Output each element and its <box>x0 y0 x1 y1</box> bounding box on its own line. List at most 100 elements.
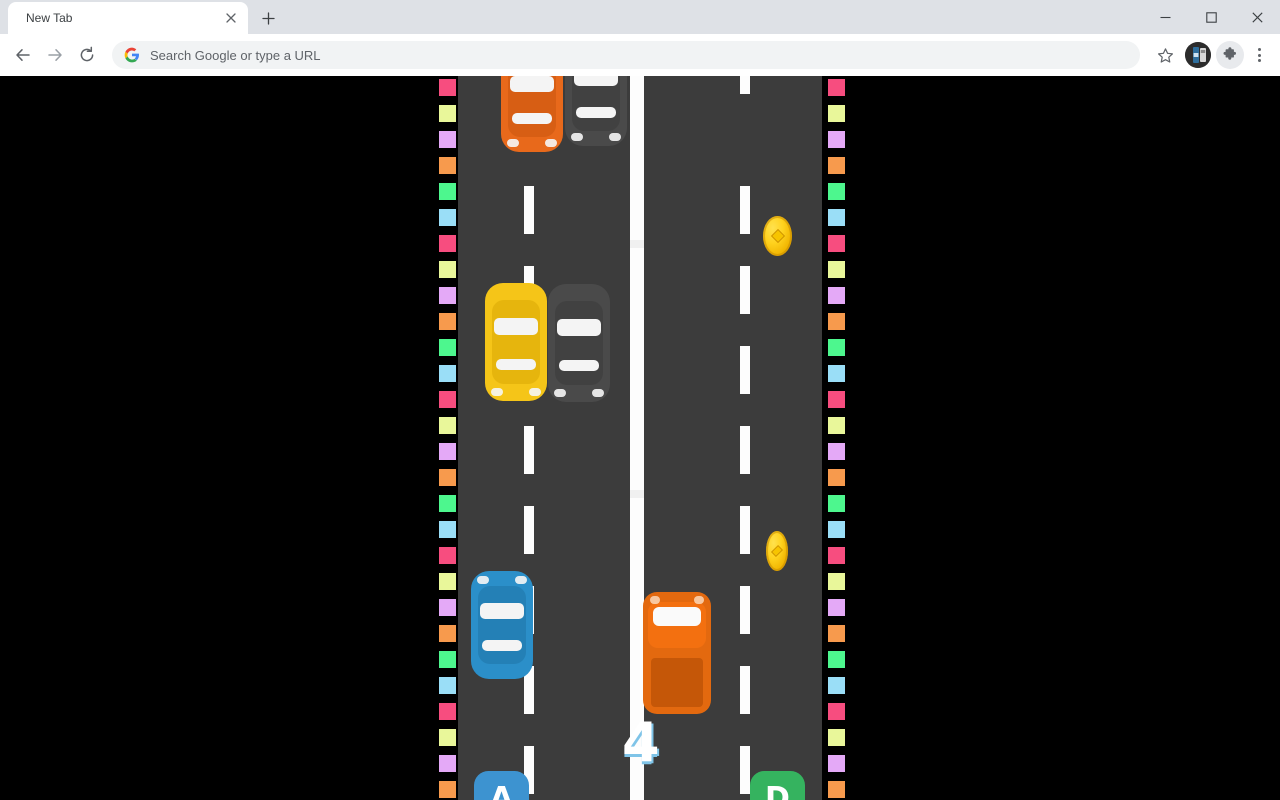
maximize-icon[interactable] <box>1188 0 1234 34</box>
left-strip-square <box>439 365 456 382</box>
right-strip-square <box>828 235 845 252</box>
coin-pickup <box>763 216 792 256</box>
car-hood-stripe <box>559 359 599 372</box>
headlight-icon <box>507 139 519 147</box>
right-strip-square <box>828 469 845 486</box>
car-hood-stripe <box>496 358 536 371</box>
left-strip-square <box>439 729 456 746</box>
right-strip-square <box>828 313 845 330</box>
left-strip-square <box>439 313 456 330</box>
star-icon[interactable] <box>1150 40 1180 70</box>
headlight-icon <box>545 139 557 147</box>
right-strip-square <box>828 79 845 96</box>
right-strip-square <box>828 391 845 408</box>
left-strip-square <box>439 417 456 434</box>
lane-dash <box>740 666 750 714</box>
browser-tab-new-tab[interactable]: New Tab <box>8 2 248 34</box>
car-hood-stripe <box>512 113 552 124</box>
new-tab-button[interactable] <box>254 4 282 32</box>
headlight-icon <box>491 388 503 396</box>
lane-dash <box>524 186 534 234</box>
left-strip-square <box>439 755 456 772</box>
tab-title: New Tab <box>26 11 73 25</box>
right-strip-square <box>828 651 845 668</box>
center-divider-seam <box>630 240 644 248</box>
minimize-icon[interactable] <box>1142 0 1188 34</box>
lane-dash <box>740 76 750 94</box>
lane-dash <box>740 506 750 554</box>
left-strip-square <box>439 157 456 174</box>
coin-pickup <box>766 531 788 571</box>
left-strip-square <box>439 443 456 460</box>
car-cabin <box>491 299 541 385</box>
left-strip-square <box>439 287 456 304</box>
left-strip-square <box>439 391 456 408</box>
right-strip-square <box>828 287 845 304</box>
car-roof-stripe <box>493 318 539 335</box>
car-hood-stripe <box>482 640 522 651</box>
right-strip-square <box>828 417 845 434</box>
left-strip-square <box>439 599 456 616</box>
truck-deck <box>651 657 703 707</box>
right-strip-square <box>828 573 845 590</box>
browser-window: New Tab Search Google or type a URL A D … <box>0 0 1280 800</box>
left-strip-square <box>439 703 456 720</box>
car-roof-stripe <box>479 603 525 619</box>
right-color-strip <box>826 76 847 800</box>
traffic-car-blue <box>471 571 533 679</box>
forward-arrow-icon[interactable] <box>40 40 70 70</box>
game-canvas[interactable]: A D 4 <box>0 76 1280 800</box>
window-close-icon[interactable] <box>1234 0 1280 34</box>
reload-icon[interactable] <box>72 40 102 70</box>
traffic-car-darkgray <box>548 284 610 402</box>
right-strip-square <box>828 625 845 642</box>
key-badge-a[interactable]: A <box>474 771 529 800</box>
lane-dash <box>740 186 750 234</box>
right-strip-square <box>828 547 845 564</box>
score-display: 4 <box>622 711 660 774</box>
left-strip-square <box>439 79 456 96</box>
left-strip-square <box>439 651 456 668</box>
player-truck-orange <box>643 592 711 714</box>
puzzle-piece-icon[interactable] <box>1216 41 1244 69</box>
profile-avatar-icon[interactable] <box>1185 42 1211 68</box>
right-strip-square <box>828 157 845 174</box>
right-strip-square <box>828 105 845 122</box>
right-strip-square <box>828 365 845 382</box>
google-g-icon <box>124 47 140 63</box>
key-badge-d[interactable]: D <box>750 771 805 800</box>
left-strip-square <box>439 105 456 122</box>
headlight-icon <box>592 389 604 397</box>
right-strip-square <box>828 755 845 772</box>
lane-dash <box>740 746 750 794</box>
lane-dash <box>740 586 750 634</box>
key-badge-label: D <box>765 780 790 800</box>
address-bar[interactable]: Search Google or type a URL <box>112 41 1140 69</box>
lane-dash <box>740 346 750 394</box>
truck-windshield <box>652 606 702 627</box>
tab-strip: New Tab <box>0 0 1280 34</box>
headlight-icon <box>515 576 527 584</box>
back-arrow-icon[interactable] <box>8 40 38 70</box>
search-input[interactable]: Search Google or type a URL <box>150 48 1126 63</box>
car-cabin <box>554 300 604 386</box>
right-strip-square <box>828 339 845 356</box>
key-badge-label: A <box>489 780 514 800</box>
left-strip-square <box>439 209 456 226</box>
headlight-icon <box>571 133 583 141</box>
right-strip-square <box>828 183 845 200</box>
left-strip-square <box>439 339 456 356</box>
lane-dash <box>740 426 750 474</box>
close-icon[interactable] <box>222 9 240 27</box>
car-roof-stripe <box>573 76 619 86</box>
left-strip-square <box>439 625 456 642</box>
left-strip-square <box>439 235 456 252</box>
traffic-car-gray-top <box>565 76 627 146</box>
center-divider <box>630 76 644 800</box>
left-strip-square <box>439 131 456 148</box>
center-divider-seam <box>630 490 644 498</box>
headlight-icon <box>529 388 541 396</box>
three-dot-menu-icon[interactable] <box>1246 41 1272 69</box>
window-controls <box>1142 0 1280 34</box>
lane-dash <box>740 266 750 314</box>
